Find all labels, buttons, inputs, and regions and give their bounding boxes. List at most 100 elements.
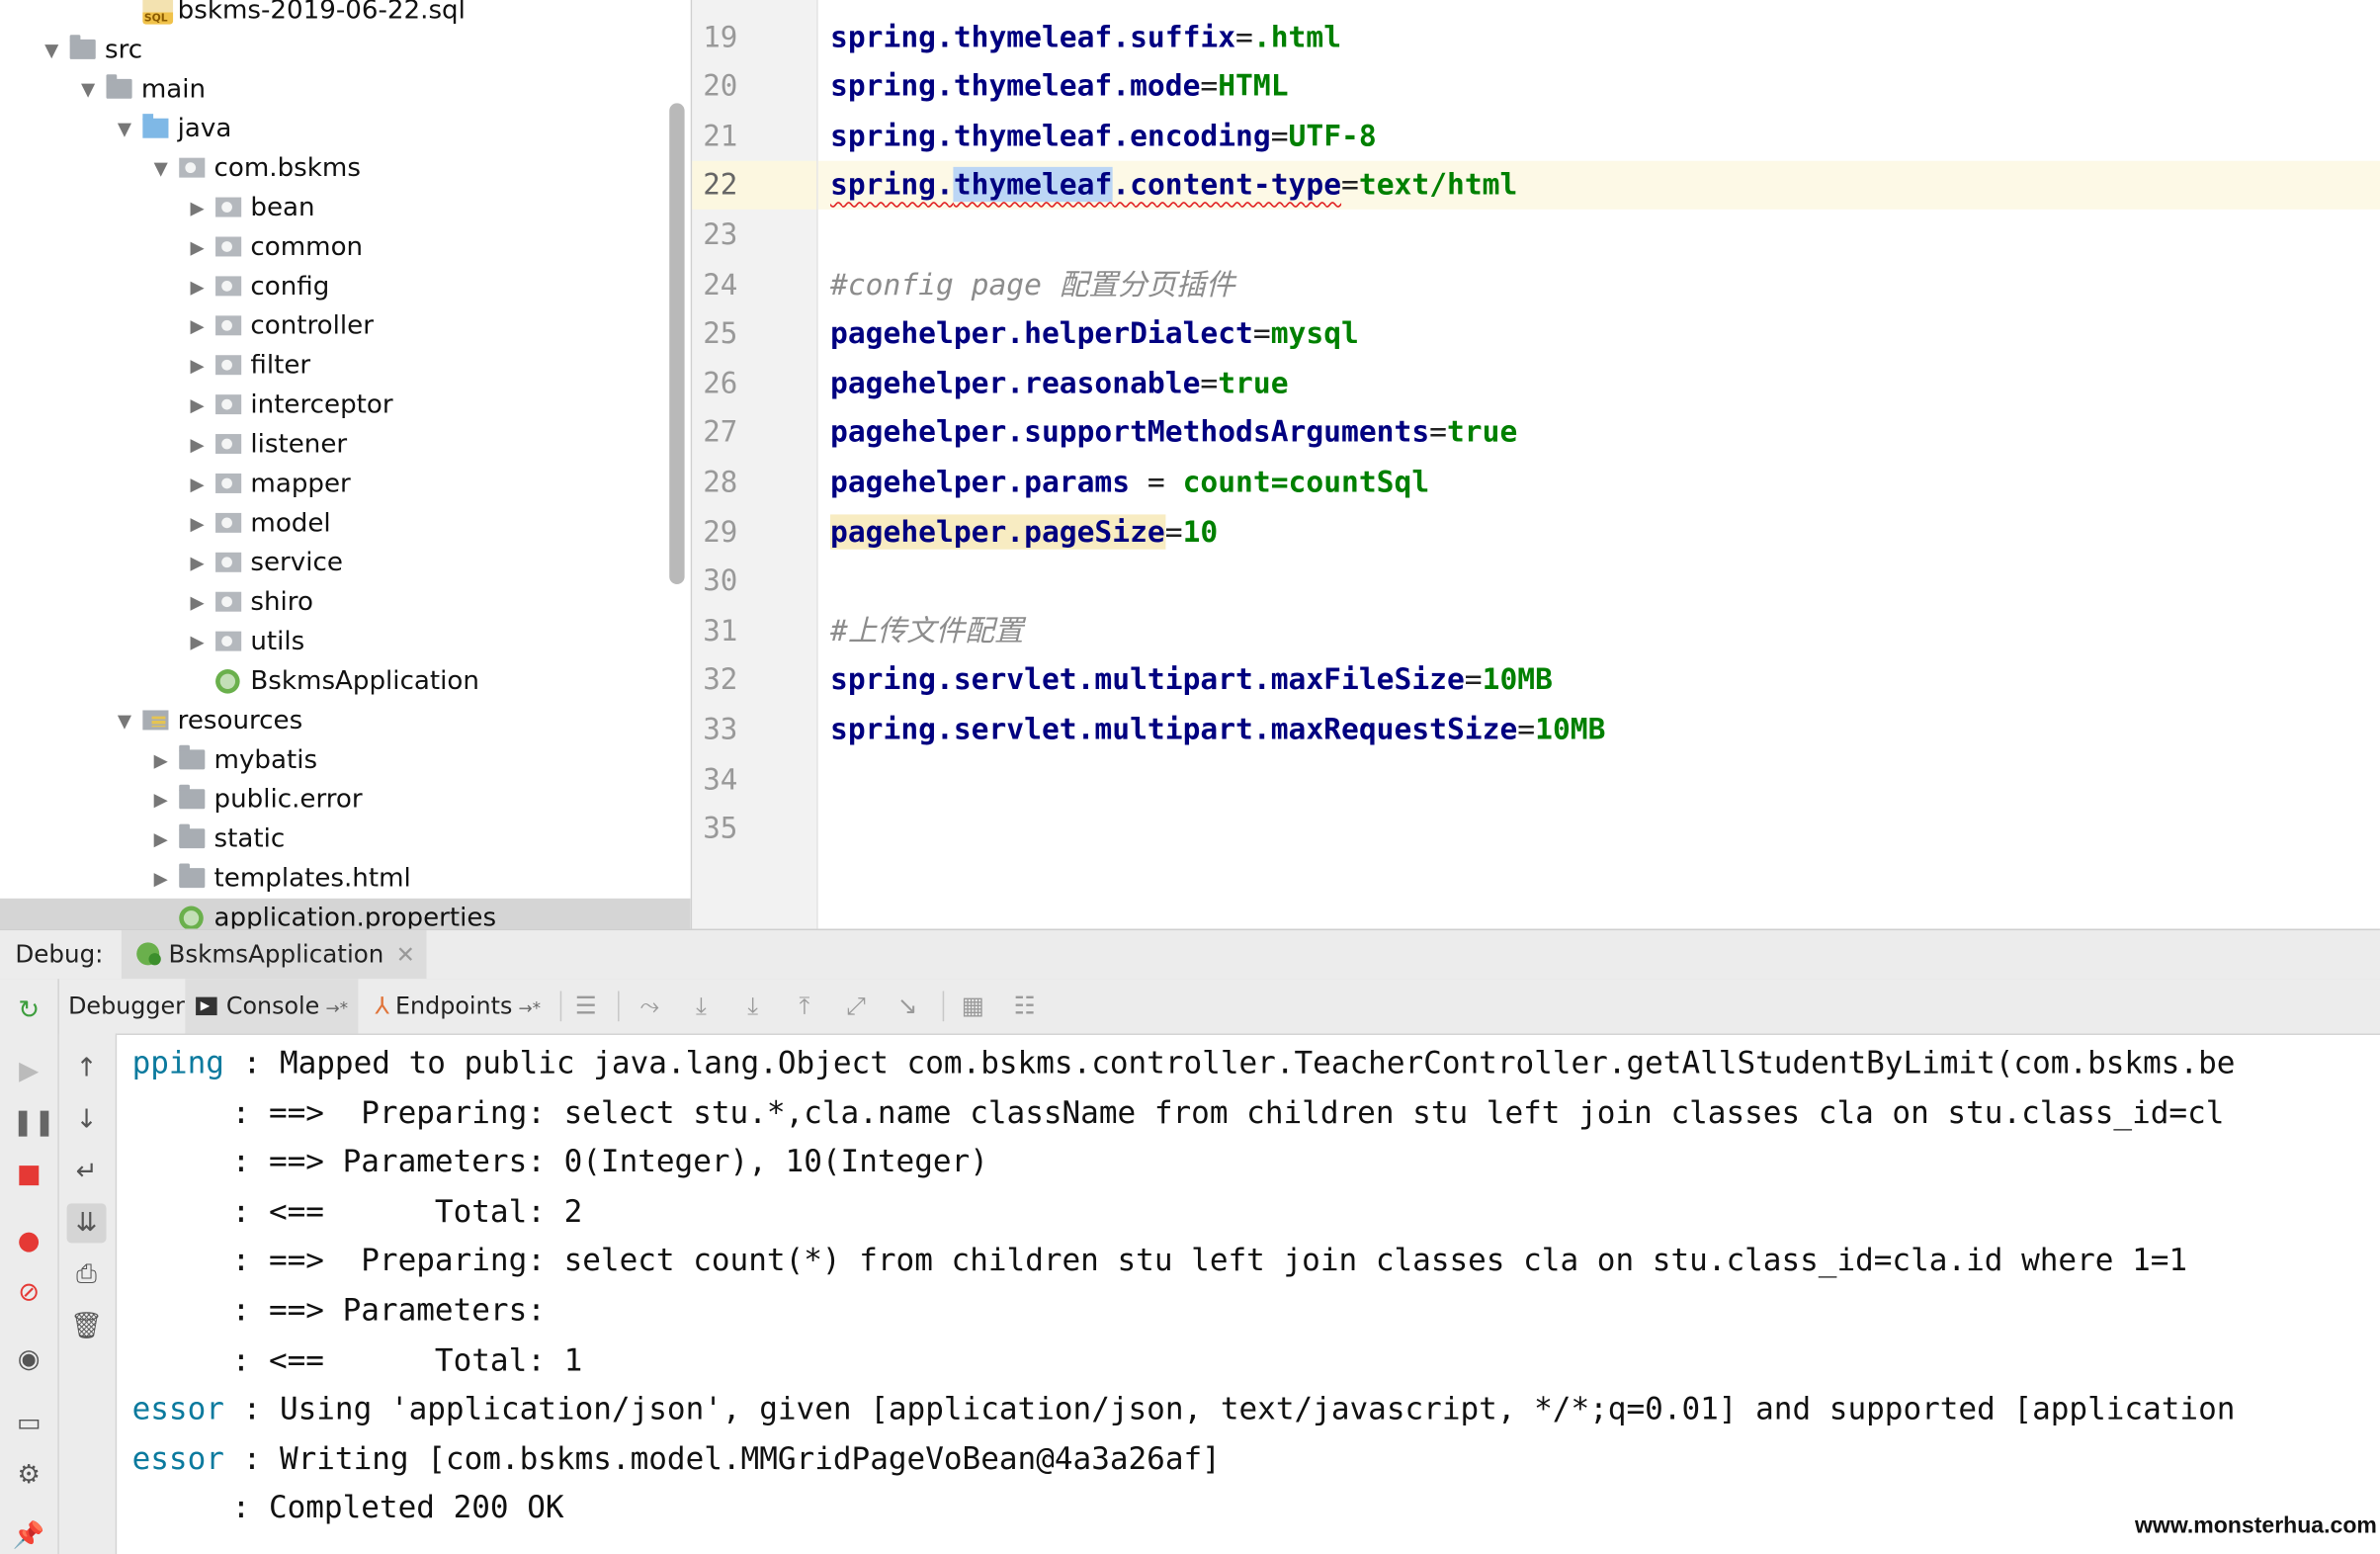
tree-item[interactable]: application.properties — [0, 898, 691, 929]
soft-wrap-icon[interactable]: ↵ — [70, 1155, 104, 1188]
chevron-right-icon[interactable]: ▶ — [185, 386, 210, 425]
code-line[interactable]: spring.thymeleaf.mode=HTML — [830, 62, 1289, 111]
resume-icon[interactable]: ▶ — [12, 1055, 45, 1088]
tree-item[interactable]: ▶ bean — [0, 188, 691, 227]
code-line[interactable]: spring.servlet.multipart.maxRequestSize=… — [830, 706, 1605, 754]
code-line[interactable]: pagehelper.params = count=countSql — [830, 458, 1429, 506]
tree-item-label: static — [213, 823, 286, 855]
show-execution-point-icon[interactable]: ⤳ — [636, 992, 663, 1020]
pause-icon[interactable]: ❚❚ — [12, 1106, 55, 1140]
camera-icon[interactable]: ◉ — [12, 1343, 45, 1377]
console-output[interactable]: pping : Mapped to public java.lang.Objec… — [117, 1035, 2380, 1554]
gear-icon[interactable]: ⚙ — [12, 1458, 45, 1492]
print-icon[interactable]: ⎙ — [70, 1258, 104, 1292]
project-tree[interactable]: bskms-2019-06-22.sql▼src▼main▼java▼com.b… — [0, 0, 693, 929]
code-token: spring.servlet.multipart.maxRequestSize — [830, 711, 1518, 747]
tree-item[interactable]: ▼ resources — [0, 701, 691, 740]
step-into-icon[interactable]: ⤓ — [739, 992, 767, 1020]
package-icon — [215, 355, 242, 376]
chevron-right-icon[interactable]: ▶ — [185, 622, 210, 661]
tab-console[interactable]: ▶ Console →* — [185, 979, 359, 1034]
tree-item[interactable]: ▼ java — [0, 110, 691, 149]
tree-item[interactable]: ▶ mybatis — [0, 740, 691, 780]
layout-icon[interactable]: ▭ — [12, 1407, 45, 1440]
code-line[interactable]: pagehelper.supportMethodsArguments=true — [830, 408, 1517, 457]
chevron-right-icon[interactable]: ▶ — [185, 306, 210, 346]
tab-debugger[interactable]: Debugger — [57, 979, 195, 1033]
tree-item[interactable]: ▶ common — [0, 227, 691, 267]
code-line[interactable]: spring.thymeleaf.content-type=text/html — [830, 161, 1517, 210]
chevron-right-icon[interactable]: ▶ — [185, 583, 210, 623]
code-token: = — [1429, 414, 1447, 450]
chevron-right-icon[interactable]: ▶ — [185, 465, 210, 504]
scroll-to-end-icon[interactable]: ⇊ — [66, 1203, 107, 1244]
code-line[interactable]: #上传文件配置 — [830, 607, 1023, 655]
tree-item[interactable]: ▼ main — [0, 70, 691, 110]
chevron-right-icon[interactable]: ▶ — [185, 544, 210, 583]
pin-icon[interactable]: 📌 — [12, 1519, 45, 1553]
mute-breakpoints-icon[interactable]: ⊘ — [12, 1276, 45, 1310]
evaluate-expression-icon[interactable]: ▦ — [960, 992, 987, 1020]
tree-item[interactable]: ▶ templates.html — [0, 859, 691, 899]
stop-icon[interactable]: ■ — [12, 1158, 45, 1191]
tree-item[interactable]: ▶ interceptor — [0, 386, 691, 425]
menu-lines-icon[interactable]: ☰ — [572, 992, 600, 1020]
tree-item[interactable]: ▶ utils — [0, 622, 691, 661]
trace-icon[interactable]: ☷ — [1011, 992, 1039, 1020]
tree-item[interactable]: ▶ filter — [0, 346, 691, 386]
chevron-down-icon[interactable]: ▼ — [40, 31, 64, 70]
chevron-right-icon[interactable]: ▶ — [185, 267, 210, 306]
chevron-right-icon[interactable]: ▶ — [185, 425, 210, 465]
close-icon[interactable]: ✕ — [396, 941, 415, 969]
code-line[interactable]: spring.servlet.multipart.maxFileSize=10M… — [830, 656, 1553, 705]
tree-item[interactable]: ▶ service — [0, 544, 691, 583]
chevron-down-icon[interactable]: ▼ — [76, 70, 101, 110]
chevron-down-icon[interactable]: ▼ — [113, 110, 137, 149]
chevron-right-icon[interactable]: ▶ — [148, 740, 173, 780]
code-token: = — [1235, 19, 1253, 54]
tree-item[interactable]: ▼ com.bskms — [0, 148, 691, 188]
chevron-right-icon[interactable]: ▶ — [148, 859, 173, 899]
run-to-cursor-icon[interactable]: ↘ — [894, 992, 922, 1020]
code-line[interactable]: spring.thymeleaf.suffix=.html — [830, 13, 1341, 61]
up-arrow-icon[interactable]: ↑ — [70, 1052, 104, 1085]
down-arrow-icon[interactable]: ↓ — [70, 1103, 104, 1137]
chevron-right-icon[interactable]: ▶ — [185, 188, 210, 227]
line-number: 22 — [703, 168, 738, 203]
code-line[interactable]: pagehelper.helperDialect=mysql — [830, 309, 1359, 358]
debug-title: Debug: — [15, 939, 104, 969]
code-line[interactable]: pagehelper.reasonable=true — [830, 359, 1289, 407]
chevron-down-icon[interactable]: ▼ — [148, 148, 173, 188]
code-token: text/html — [1358, 167, 1518, 203]
view-breakpoints-icon[interactable]: ● — [12, 1225, 45, 1258]
tree-item-label: templates.html — [213, 863, 411, 895]
drop-frame-icon[interactable]: ⤢ — [842, 992, 870, 1020]
chevron-right-icon[interactable]: ▶ — [185, 346, 210, 386]
tree-item[interactable]: ▶ public.error — [0, 780, 691, 820]
chevron-right-icon[interactable]: ▶ — [148, 820, 173, 859]
code-line[interactable]: pagehelper.pageSize=10 — [830, 508, 1218, 557]
tree-item[interactable]: BskmsApplication — [0, 661, 691, 701]
step-out-icon[interactable]: ⤒ — [791, 992, 818, 1020]
tree-item[interactable]: bskms-2019-06-22.sql — [0, 0, 691, 31]
code-line[interactable]: spring.thymeleaf.encoding=UTF-8 — [830, 112, 1377, 160]
chevron-right-icon[interactable]: ▶ — [148, 780, 173, 820]
chevron-right-icon[interactable]: ▶ — [185, 227, 210, 267]
tab-endpoints[interactable]: ⅄ Endpoints →* — [365, 979, 552, 1033]
tree-item[interactable]: ▶ mapper — [0, 465, 691, 504]
code-line[interactable]: #config page 配置分页插件 — [830, 260, 1234, 308]
tree-item-label: BskmsApplication — [250, 665, 479, 697]
chevron-down-icon[interactable]: ▼ — [113, 701, 137, 740]
tree-item[interactable]: ▶ config — [0, 267, 691, 306]
tree-item[interactable]: ▶ listener — [0, 425, 691, 465]
tree-item[interactable]: ▶ model — [0, 504, 691, 544]
tree-item[interactable]: ▶ controller — [0, 306, 691, 346]
tree-item[interactable]: ▼ src — [0, 31, 691, 70]
chevron-right-icon[interactable]: ▶ — [185, 504, 210, 544]
tree-item[interactable]: ▶ shiro — [0, 583, 691, 623]
rerun-icon[interactable]: ↻ — [12, 994, 45, 1028]
trash-icon[interactable]: 🗑 — [70, 1310, 104, 1343]
run-config-tab[interactable]: BskmsApplication ✕ — [121, 930, 428, 980]
tree-item[interactable]: ▶ static — [0, 820, 691, 859]
step-over-icon[interactable]: ⤓ — [688, 992, 716, 1020]
